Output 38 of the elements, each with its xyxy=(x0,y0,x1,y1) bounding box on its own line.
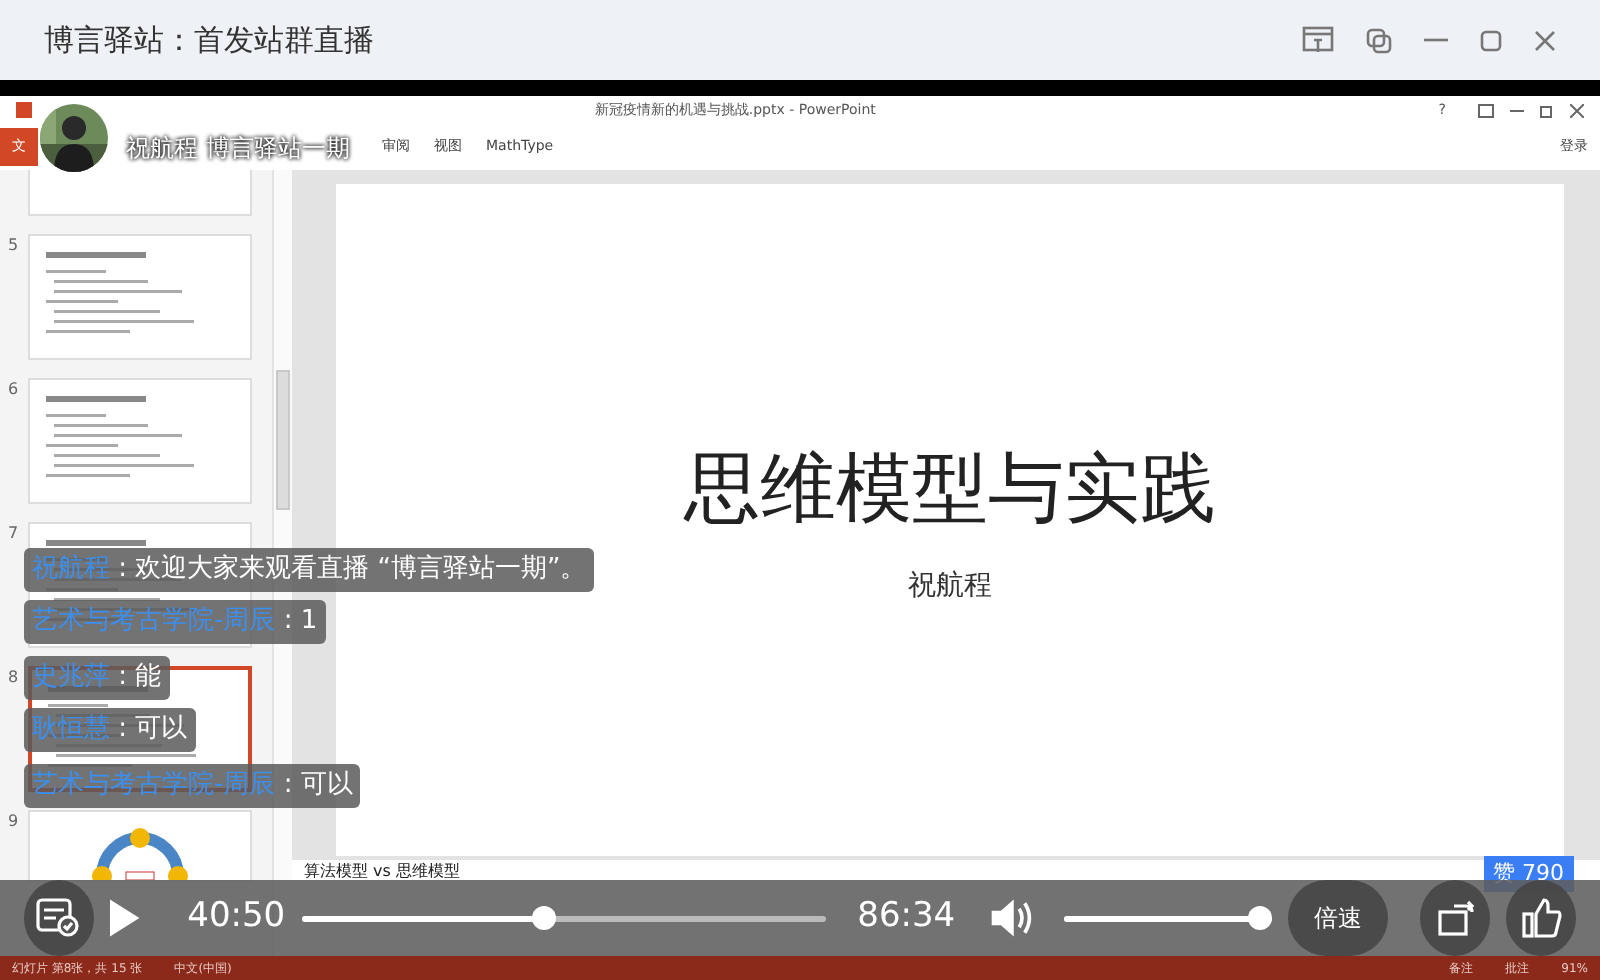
comment-toast: 艺术与考古学院-周辰 : 1 xyxy=(24,600,326,643)
thumbs-up-icon xyxy=(1521,898,1562,938)
restore-icon[interactable] xyxy=(1540,103,1554,117)
minimize-icon[interactable] xyxy=(1424,38,1448,42)
speed-button[interactable]: 倍速 xyxy=(1287,880,1389,956)
slide-number: 5 xyxy=(8,234,21,258)
slide-number: 8 xyxy=(8,666,21,690)
slide-number: 7 xyxy=(8,522,21,546)
comment-toast: 史兆萍 : 能 xyxy=(24,656,170,699)
slide-subtitle: 祝航程 xyxy=(908,568,992,606)
minimize-icon[interactable] xyxy=(1510,109,1524,111)
pin-window-icon[interactable] xyxy=(1302,26,1334,54)
close-icon[interactable] xyxy=(1534,29,1556,51)
duration: 86:34 xyxy=(857,894,956,941)
progress-slider[interactable] xyxy=(301,906,826,930)
slide-number: 6 xyxy=(8,378,21,402)
powerpoint-logo-icon xyxy=(16,102,32,118)
danmaku-icon xyxy=(36,898,81,938)
window-title: 博言驿站：首发站群直播 xyxy=(44,19,374,62)
rotate-button[interactable] xyxy=(1420,880,1491,956)
comment-toast: 祝航程 : 欢迎大家来观看直播 “博言驿站一期”。 xyxy=(24,548,595,591)
danmaku-toggle[interactable] xyxy=(24,880,94,956)
slide-title: 思维模型与实践 xyxy=(684,442,1216,536)
ribbon-display-icon[interactable] xyxy=(1478,103,1494,117)
host-caption: 祝航程 博言驿站一期 xyxy=(126,132,350,166)
current-time: 40:50 xyxy=(187,894,286,941)
notes-text: 算法模型 vs 思维模型 xyxy=(304,862,460,880)
comment-toast: 艺术与考古学院-周辰 : 可以 xyxy=(24,764,361,807)
play-icon[interactable] xyxy=(109,898,140,938)
scroll-thumb[interactable] xyxy=(276,370,290,510)
like-button[interactable] xyxy=(1506,880,1576,956)
close-icon[interactable] xyxy=(1570,103,1584,117)
rotate-icon xyxy=(1435,898,1476,938)
comment-toast: 耿恒慧 : 可以 xyxy=(24,708,196,751)
slide-number: 9 xyxy=(8,810,21,834)
maximize-icon[interactable] xyxy=(1480,29,1502,51)
volume-slider[interactable] xyxy=(1063,906,1272,930)
popout-icon[interactable] xyxy=(1366,27,1392,53)
